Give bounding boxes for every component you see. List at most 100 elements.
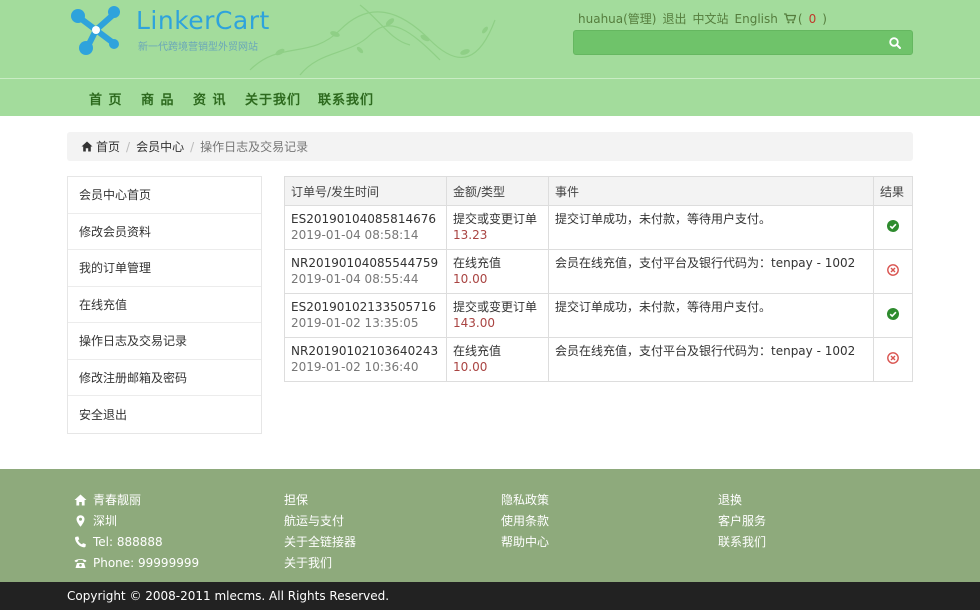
footer-link-about-us[interactable]: 关于我们	[284, 554, 332, 571]
transaction-amount: 143.00	[453, 316, 495, 330]
amount-cell: 提交或变更订单 13.23	[446, 205, 549, 250]
footer-link-about-linker[interactable]: 关于全链接器	[284, 533, 356, 550]
result-cell	[873, 293, 913, 338]
transaction-type: 在线充值	[453, 344, 502, 358]
footer-link-customer-service[interactable]: 客户服务	[718, 512, 766, 529]
user-link[interactable]: huahua(管理)	[578, 10, 657, 27]
breadcrumb-member[interactable]: 会员中心	[136, 138, 184, 155]
logo-icon	[71, 6, 120, 55]
transaction-type: 在线充值	[453, 256, 502, 270]
nav-about[interactable]: 关于我们	[245, 89, 301, 108]
order-number: NR20190102103640243	[291, 344, 439, 358]
site-header: LinkerCart 新一代跨境营销型外贸网站 huahua(管理) 退出 中文…	[0, 0, 980, 78]
table-row: ES20190104085814676 2019-01-04 08:58:14 提…	[284, 205, 913, 250]
order-time: 2019-01-04 08:55:44	[291, 272, 419, 286]
transaction-amount: 10.00	[453, 272, 488, 286]
sidebar-item-recharge[interactable]: 在线充值	[68, 287, 261, 323]
contact-city: 深圳	[93, 514, 118, 528]
order-cell: ES20190104085814676 2019-01-04 08:58:14	[284, 205, 447, 250]
col-header-event: 事件	[548, 176, 874, 206]
contact-tel: Tel: 888888	[93, 534, 163, 549]
event-cell: 会员在线充值，支付平台及银行代码为：tenpay - 1002	[548, 337, 874, 382]
table-header-row: 订单号/发生时间 金额/类型 事件 结果	[284, 176, 913, 206]
breadcrumb-home[interactable]: 首页	[96, 138, 120, 155]
search-bar	[573, 30, 913, 55]
main-nav: 首 页 商 品 资 讯 关于我们 联系我们	[0, 78, 980, 116]
result-cell	[873, 337, 913, 382]
event-cell: 会员在线充值，支付平台及银行代码为：tenpay - 1002	[548, 249, 874, 294]
order-cell: NR20190102103640243 2019-01-02 10:36:40	[284, 337, 447, 382]
table-row: ES20190102133505716 2019-01-02 13:35:05 提…	[284, 293, 913, 338]
order-number: NR20190104085544759	[291, 256, 439, 270]
footer-link-privacy[interactable]: 隐私政策	[501, 491, 549, 508]
footer-contact-name: 青春靓丽	[74, 489, 199, 510]
amount-cell: 在线充值 10.00	[446, 337, 549, 382]
cart-count: 0	[808, 11, 817, 26]
transaction-log-table: 订单号/发生时间 金额/类型 事件 结果 ES20190104085814676…	[284, 176, 913, 382]
event-cell: 提交订单成功，未付款，等待用户支付。	[548, 293, 874, 338]
col-header-result: 结果	[873, 176, 913, 206]
footer-link-contact[interactable]: 联系我们	[718, 533, 766, 550]
order-number: ES20190102133505716	[291, 300, 436, 314]
amount-cell: 提交或变更订单 143.00	[446, 293, 549, 338]
map-marker-icon	[76, 514, 85, 527]
cart-open-paren: (	[797, 11, 803, 26]
footer-link-guarantee[interactable]: 担保	[284, 491, 308, 508]
event-cell: 提交订单成功，未付款，等待用户支付。	[548, 205, 874, 250]
contact-name: 青春靓丽	[93, 493, 142, 507]
cart-link[interactable]: (0)	[783, 11, 833, 26]
breadcrumb-separator: /	[190, 139, 195, 154]
contact-phone: Phone: 99999999	[93, 555, 200, 570]
footer-link-help[interactable]: 帮助中心	[501, 533, 549, 550]
table-row: NR20190104085544759 2019-01-04 08:55:44 在…	[284, 249, 913, 294]
member-sidebar: 会员中心首页 修改会员资料 我的订单管理 在线充值 操作日志及交易记录 修改注册…	[67, 176, 262, 434]
footer-link-returns[interactable]: 退换	[718, 491, 742, 508]
lang-en-link[interactable]: English	[735, 12, 778, 26]
nav-home[interactable]: 首 页	[89, 89, 123, 108]
sidebar-item-logs[interactable]: 操作日志及交易记录	[68, 323, 261, 360]
order-cell: NR20190104085544759 2019-01-04 08:55:44	[284, 249, 447, 294]
nav-news[interactable]: 资 讯	[193, 89, 227, 108]
result-cell	[873, 249, 913, 294]
sidebar-item-member-home[interactable]: 会员中心首页	[68, 177, 261, 214]
result-cell	[873, 205, 913, 250]
transaction-type: 提交或变更订单	[453, 300, 538, 314]
brand-name: LinkerCart	[136, 6, 270, 35]
transaction-type: 提交或变更订单	[453, 212, 538, 226]
home-icon	[81, 141, 93, 152]
nav-contact[interactable]: 联系我们	[318, 89, 374, 108]
amount-cell: 在线充值 10.00	[446, 249, 549, 294]
col-header-order: 订单号/发生时间	[284, 176, 447, 206]
lang-cn-link[interactable]: 中文站	[693, 10, 729, 27]
search-input[interactable]	[574, 31, 874, 54]
sidebar-item-email-password[interactable]: 修改注册邮箱及密码	[68, 360, 261, 396]
footer-contact: 青春靓丽 深圳 Tel: 888888 Phone: 99999999	[74, 489, 199, 573]
site-logo[interactable]: LinkerCart 新一代跨境营销型外贸网站	[66, 0, 269, 60]
footer-col-2: 担保 航运与支付 关于全链接器 关于我们	[284, 489, 356, 573]
brand-tagline: 新一代跨境营销型外贸网站	[138, 42, 258, 53]
transaction-amount: 13.23	[453, 228, 488, 242]
order-time: 2019-01-02 10:36:40	[291, 360, 419, 374]
footer-link-terms[interactable]: 使用条款	[501, 512, 549, 529]
order-cell: ES20190102133505716 2019-01-02 13:35:05	[284, 293, 447, 338]
sidebar-item-orders[interactable]: 我的订单管理	[68, 250, 261, 287]
breadcrumb: 首页 / 会员中心 / 操作日志及交易记录	[67, 132, 913, 161]
order-time: 2019-01-02 13:35:05	[291, 316, 419, 330]
phone-icon	[74, 536, 86, 547]
top-links: huahua(管理) 退出 中文站 English (0)	[578, 10, 839, 27]
cart-close-paren: )	[822, 11, 827, 26]
fail-icon	[887, 263, 899, 276]
logout-link[interactable]: 退出	[663, 10, 687, 27]
search-icon	[889, 36, 901, 49]
footer-contact-city: 深圳	[74, 510, 199, 531]
sidebar-item-logout[interactable]: 安全退出	[68, 396, 261, 433]
site-footer: 青春靓丽 深圳 Tel: 888888 Phone: 99999999 担保 航…	[0, 469, 980, 582]
vine-decoration	[249, 4, 496, 76]
telephone-icon	[74, 558, 87, 568]
success-icon	[887, 307, 899, 320]
success-icon	[887, 219, 899, 232]
footer-link-shipping-payment[interactable]: 航运与支付	[284, 512, 344, 529]
nav-products[interactable]: 商 品	[141, 89, 175, 108]
sidebar-item-edit-profile[interactable]: 修改会员资料	[68, 214, 261, 250]
search-button[interactable]	[878, 31, 912, 54]
